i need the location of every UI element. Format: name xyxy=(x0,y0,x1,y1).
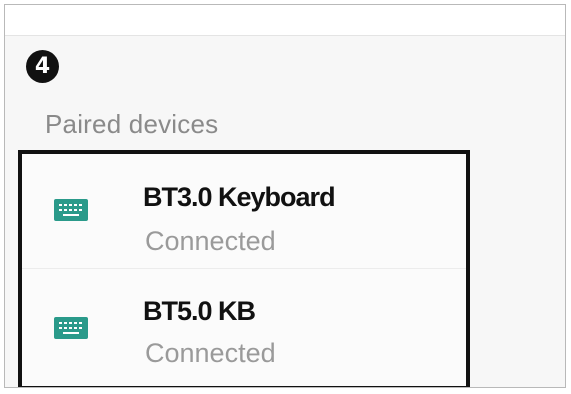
row-divider xyxy=(22,268,466,269)
device-status: Connected xyxy=(145,338,276,368)
keyboard-icon xyxy=(54,317,88,339)
device-status: Connected xyxy=(145,226,276,256)
paired-devices-header: Paired devices xyxy=(45,109,219,139)
settings-panel: 4 Paired devices BT3.0 Keyboard Connecte… xyxy=(4,4,566,388)
top-strip xyxy=(5,5,565,36)
device-name: BT5.0 KB xyxy=(143,296,256,326)
keyboard-icon xyxy=(54,199,88,221)
device-name: BT3.0 Keyboard xyxy=(143,182,336,212)
device-item-bt5-kb[interactable]: BT5.0 KB Connected xyxy=(22,272,466,386)
step-number-badge: 4 xyxy=(26,50,59,83)
paired-device-list: BT3.0 Keyboard Connected BT5.0 KB Connec… xyxy=(18,150,470,387)
device-item-bt3-keyboard[interactable]: BT3.0 Keyboard Connected xyxy=(22,154,466,269)
